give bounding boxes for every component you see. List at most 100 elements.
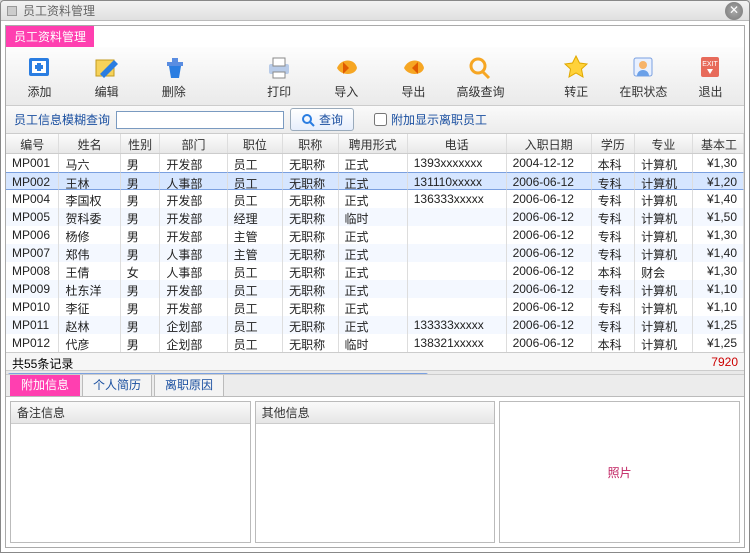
col-header[interactable]: 学历 xyxy=(592,134,636,153)
col-header[interactable]: 入职日期 xyxy=(507,134,592,153)
cell: 员工 xyxy=(228,280,283,298)
remark-content xyxy=(11,424,250,542)
edit-button[interactable]: 编辑 xyxy=(73,47,140,105)
status-button[interactable]: 在职状态 xyxy=(610,47,677,105)
cell: ¥1,30 xyxy=(693,154,744,172)
cell: 男 xyxy=(121,316,161,334)
col-header[interactable]: 电话 xyxy=(408,134,507,153)
cell: MP012 xyxy=(6,334,59,352)
add-button[interactable]: 添加 xyxy=(6,47,73,105)
show-left-checkbox-input[interactable] xyxy=(374,113,387,126)
export-button[interactable]: 导出 xyxy=(380,47,447,105)
cell: 开发部 xyxy=(160,208,227,226)
show-left-checkbox[interactable]: 附加显示离职员工 xyxy=(374,111,487,128)
table-row[interactable]: MP005贺科委男开发部经理无职称临时2006-06-12专科计算机¥1,50 xyxy=(6,208,744,226)
cell: ¥1,40 xyxy=(693,190,744,208)
table-row[interactable]: MP010李征男开发部员工无职称正式2006-06-12专科计算机¥1,10 xyxy=(6,298,744,316)
cell: 计算机 xyxy=(635,334,692,352)
cell: 开发部 xyxy=(160,226,227,244)
cell: 2006-06-12 xyxy=(507,316,592,334)
page-banner: 员工资料管理 xyxy=(6,26,94,47)
col-header[interactable]: 专业 xyxy=(635,134,692,153)
tab-extra-info[interactable]: 附加信息 xyxy=(10,372,80,396)
col-header[interactable]: 编号 xyxy=(6,134,59,153)
cell: 员工 xyxy=(228,262,283,280)
cell: 131110xxxxx xyxy=(408,172,507,190)
app-icon xyxy=(7,6,17,16)
window-title: 员工资料管理 xyxy=(23,2,725,19)
col-header[interactable]: 性别 xyxy=(121,134,161,153)
cell: 2006-06-12 xyxy=(507,208,592,226)
search-input[interactable] xyxy=(116,111,284,129)
tab-leave-reason[interactable]: 离职原因 xyxy=(154,372,224,396)
cell: 专科 xyxy=(592,172,636,190)
cell: 计算机 xyxy=(635,244,692,262)
other-title: 其他信息 xyxy=(256,402,495,424)
cell: 无职称 xyxy=(283,172,338,190)
cell: 2006-06-12 xyxy=(507,226,592,244)
table-row[interactable]: MP012代彦男企划部员工无职称临时138321xxxxx2006-06-12本… xyxy=(6,334,744,352)
cell: ¥1,40 xyxy=(693,244,744,262)
print-button[interactable]: 打印 xyxy=(246,47,313,105)
cell: MP005 xyxy=(6,208,59,226)
cell: 企划部 xyxy=(160,316,227,334)
adv-query-button[interactable]: 高级查询 xyxy=(447,47,514,105)
col-header[interactable]: 姓名 xyxy=(59,134,120,153)
cell: 正式 xyxy=(339,226,408,244)
cell: 专科 xyxy=(592,298,636,316)
promote-button[interactable]: 转正 xyxy=(543,47,610,105)
scrollbar-thumb[interactable] xyxy=(8,373,428,375)
cell: 正式 xyxy=(339,280,408,298)
close-button[interactable]: ✕ xyxy=(725,2,743,20)
app-window: 员工资料管理 ✕ 员工资料管理 添加 编辑 删除 打印 xyxy=(0,0,750,553)
col-header[interactable]: 聘用形式 xyxy=(339,134,408,153)
detail-panel: 备注信息 其他信息 照片 xyxy=(6,397,744,547)
table-row[interactable]: MP008王倩女人事部员工无职称正式2006-06-12本科财会¥1,30 xyxy=(6,262,744,280)
col-header[interactable]: 部门 xyxy=(160,134,227,153)
cell: 无职称 xyxy=(283,316,338,334)
cell: 男 xyxy=(121,208,161,226)
cell: 2006-06-12 xyxy=(507,244,592,262)
table-row[interactable]: MP009杜东洋男开发部员工无职称正式2006-06-12专科计算机¥1,10 xyxy=(6,280,744,298)
cell: 开发部 xyxy=(160,280,227,298)
delete-button[interactable]: 删除 xyxy=(140,47,207,105)
cell: MP011 xyxy=(6,316,59,334)
cell: 计算机 xyxy=(635,298,692,316)
cell: 人事部 xyxy=(160,244,227,262)
import-button[interactable]: 导入 xyxy=(313,47,380,105)
search-bar: 员工信息模糊查询 查询 附加显示离职员工 xyxy=(6,106,744,134)
tab-resume[interactable]: 个人简历 xyxy=(82,372,152,396)
cell: 专科 xyxy=(592,280,636,298)
cell: 无职称 xyxy=(283,280,338,298)
cell: 男 xyxy=(121,244,161,262)
cell: 男 xyxy=(121,172,161,190)
table-row[interactable]: MP006杨修男开发部主管无职称正式2006-06-12专科计算机¥1,30 xyxy=(6,226,744,244)
col-header[interactable]: 职位 xyxy=(228,134,283,153)
table-row[interactable]: MP007郑伟男人事部主管无职称正式2006-06-12专科计算机¥1,40 xyxy=(6,244,744,262)
cell: 男 xyxy=(121,154,161,172)
table-row[interactable]: MP002王林男人事部员工无职称正式131110xxxxx2006-06-12专… xyxy=(6,172,744,190)
cell: 本科 xyxy=(592,262,636,280)
remark-title: 备注信息 xyxy=(11,402,250,424)
table-row[interactable]: MP004李国权男开发部员工无职称正式136333xxxxx2006-06-12… xyxy=(6,190,744,208)
cell: 1393xxxxxxx xyxy=(408,154,507,172)
cell: MP001 xyxy=(6,154,59,172)
horizontal-scrollbar[interactable] xyxy=(6,370,744,375)
cell: 开发部 xyxy=(160,190,227,208)
cell: 贺科委 xyxy=(59,208,120,226)
cell: 2006-06-12 xyxy=(507,262,592,280)
exit-button[interactable]: EXIT 退出 xyxy=(677,47,744,105)
col-header[interactable]: 职称 xyxy=(283,134,338,153)
cell: 男 xyxy=(121,226,161,244)
cell xyxy=(408,244,507,262)
export-icon xyxy=(397,53,429,81)
promote-label: 转正 xyxy=(564,83,588,100)
cell: 王倩 xyxy=(59,262,120,280)
print-icon xyxy=(263,53,295,81)
table-row[interactable]: MP011赵林男企划部员工无职称正式133333xxxxx2006-06-12专… xyxy=(6,316,744,334)
query-button[interactable]: 查询 xyxy=(290,108,354,131)
col-header[interactable]: 基本工 xyxy=(693,134,744,153)
table-row[interactable]: MP001马六男开发部员工无职称正式1393xxxxxxx2004-12-12本… xyxy=(6,154,744,172)
cell: 经理 xyxy=(228,208,283,226)
star-icon xyxy=(560,53,592,81)
